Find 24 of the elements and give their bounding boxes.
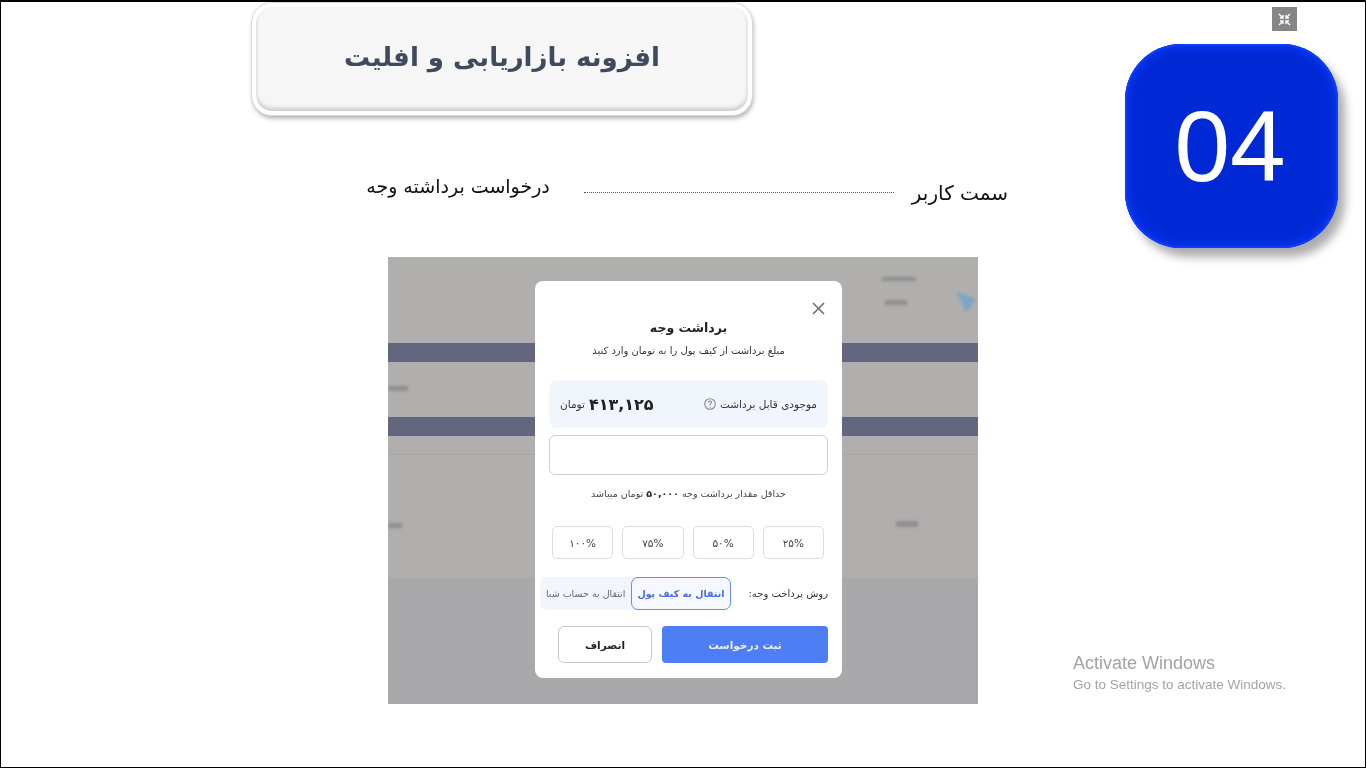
help-icon[interactable] — [703, 398, 716, 410]
percent-button[interactable]: ۲۵% — [762, 526, 824, 559]
exit-fullscreen-icon[interactable] — [1272, 7, 1297, 31]
close-icon[interactable] — [812, 302, 825, 315]
balance-amount: ۴۱۳,۱۲۵ — [588, 394, 654, 414]
dialog-title: برداشت وجه — [648, 319, 729, 336]
step-number: 04 — [1174, 96, 1286, 196]
payment-option[interactable]: انتقال به حساب شبا — [539, 577, 632, 610]
minimum-amount-note: حداقل مقدار برداشت وجه ۵۰,۰۰۰ تومان میباشد — [590, 487, 787, 501]
dialog-subtitle: مبلغ برداشت از کیف پول را به تومان وارد کنید — [591, 344, 786, 359]
amount-input[interactable] — [549, 435, 828, 475]
currency-label: تومان — [560, 398, 585, 410]
payment-option[interactable]: انتقال به کیف پول — [631, 577, 731, 610]
percent-button[interactable]: ۵۰% — [692, 526, 754, 559]
cancel-button[interactable]: انصراف — [558, 626, 652, 663]
payment-method-label: روش پرداخت وجه: — [748, 588, 828, 599]
percent-button[interactable]: ۷۵% — [622, 526, 684, 559]
topic-label: درخواست برداشته وجه — [366, 174, 550, 198]
section-label: سمت کاربر — [911, 181, 1008, 205]
balance-label: موجودی قابل برداشت — [719, 398, 817, 410]
activation-title: Activate Windows — [1073, 652, 1217, 674]
activation-message: Go to Settings to activate Windows. — [1073, 676, 1287, 694]
percent-button[interactable]: ۱۰۰% — [552, 526, 614, 559]
slide-title: افزونه بازاریابی و افلیت — [344, 42, 660, 72]
